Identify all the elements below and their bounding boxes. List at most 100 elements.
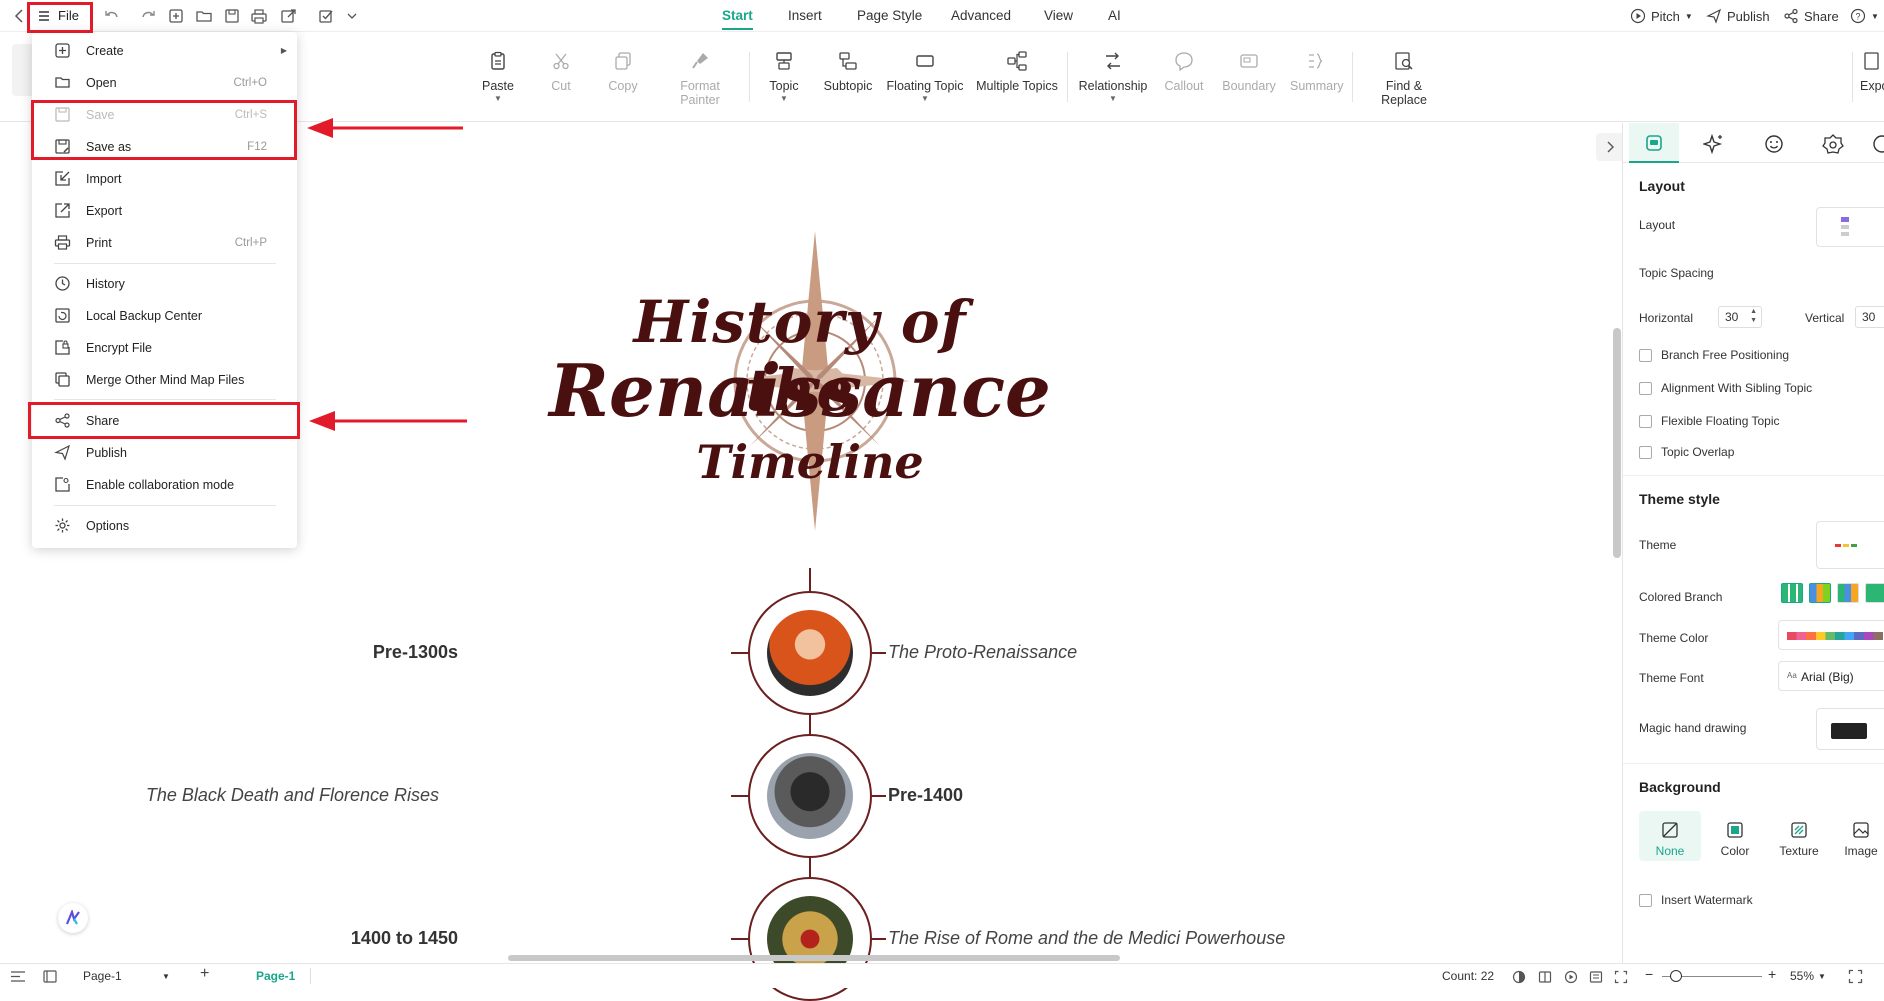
timeline-label[interactable]: The Rise of Rome and the de Medici Power… — [888, 928, 1285, 949]
callout-button[interactable]: Callout — [1164, 50, 1204, 93]
map-title-line3[interactable]: Timeline — [680, 435, 940, 489]
vertical-scrollbar[interactable] — [1613, 328, 1621, 558]
layout-picker[interactable] — [1816, 207, 1884, 247]
page-tab[interactable]: Page-1 — [83, 969, 122, 983]
theme-font-select[interactable]: Aa Arial (Big) — [1778, 661, 1884, 691]
alignment-sibling-checkbox[interactable]: Alignment With Sibling Topic — [1639, 381, 1812, 395]
timeline-label[interactable]: The Proto-Renaissance — [888, 642, 1077, 663]
active-page-tab[interactable]: Page-1 — [256, 969, 295, 983]
bg-none-option[interactable]: None — [1640, 821, 1700, 858]
menu-item-import[interactable]: Import — [32, 164, 297, 194]
pitch-button[interactable]: Pitch ▼ — [1630, 8, 1693, 24]
add-page-icon[interactable]: + — [200, 965, 209, 983]
fullscreen-icon[interactable] — [1848, 969, 1863, 984]
theme-color-picker[interactable] — [1778, 620, 1884, 650]
checkbox-task-icon[interactable] — [316, 6, 336, 26]
insert-watermark-checkbox[interactable]: Insert Watermark — [1639, 893, 1753, 907]
menu-item-export[interactable]: Export — [32, 196, 297, 226]
menu-item-print[interactable]: Print Ctrl+P — [32, 228, 297, 258]
save-icon[interactable] — [222, 6, 242, 26]
export-button[interactable]: Expo — [1860, 50, 1884, 93]
menu-item-open[interactable]: Open Ctrl+O — [32, 68, 297, 98]
topic-overlap-checkbox[interactable]: Topic Overlap — [1639, 445, 1734, 459]
more-panel-icon[interactable] — [1871, 133, 1884, 155]
menu-item-history[interactable]: History — [32, 269, 297, 299]
zoom-in-icon[interactable]: + — [1768, 966, 1776, 982]
menu-item-encrypt[interactable]: Encrypt File — [32, 333, 297, 363]
zoom-slider-handle[interactable] — [1670, 970, 1682, 982]
subtopic-button[interactable]: Subtopic — [822, 50, 874, 93]
multiple-topics-button[interactable]: Multiple Topics — [976, 50, 1058, 93]
zoom-level[interactable]: 55% — [1790, 969, 1814, 983]
bg-image-option[interactable]: Image — [1831, 821, 1884, 858]
outline-view-icon[interactable] — [10, 970, 26, 983]
branch-style-option[interactable] — [1865, 583, 1884, 603]
cut-button[interactable]: Cut — [545, 50, 577, 93]
menu-item-create[interactable]: Create ▶ — [32, 36, 297, 66]
page-dropdown-icon[interactable]: ▼ — [162, 972, 170, 981]
menu-item-merge[interactable]: Merge Other Mind Map Files — [32, 365, 297, 395]
boundary-button[interactable]: Boundary — [1222, 50, 1276, 93]
timeline-date[interactable]: Pre-1300s — [373, 642, 458, 663]
open-folder-icon[interactable] — [194, 6, 214, 26]
theme-picker[interactable] — [1816, 521, 1884, 569]
branch-style-option[interactable] — [1809, 583, 1831, 603]
fit-screen-icon[interactable] — [1614, 970, 1628, 984]
slide-view-icon[interactable] — [42, 970, 58, 983]
play-icon[interactable] — [1564, 970, 1578, 984]
floating-topic-button[interactable]: Floating Topic ▼ — [886, 50, 964, 103]
menu-item-publish[interactable]: Publish — [32, 438, 297, 468]
tab-insert[interactable]: Insert — [788, 8, 822, 23]
share-button[interactable]: Share — [1783, 8, 1839, 24]
timeline-date[interactable]: Pre-1400 — [888, 785, 963, 806]
collapse-panel-button[interactable] — [1596, 133, 1622, 161]
menu-item-collaboration[interactable]: Enable collaboration mode — [32, 470, 297, 500]
timeline-date[interactable]: 1400 to 1450 — [351, 928, 458, 949]
tab-advanced[interactable]: Advanced — [951, 8, 1011, 23]
more-chevron-icon[interactable] — [342, 6, 362, 26]
format-painter-button[interactable]: Format Painter — [660, 50, 740, 107]
tab-ai[interactable]: AI — [1108, 8, 1121, 23]
timeline-label[interactable]: The Black Death and Florence Rises — [146, 785, 439, 806]
copy-button[interactable]: Copy — [606, 50, 640, 93]
timeline-node[interactable] — [748, 734, 872, 858]
menu-item-options[interactable]: Options — [32, 511, 297, 541]
tab-view[interactable]: View — [1044, 8, 1073, 23]
panel-tab-style[interactable] — [1629, 123, 1679, 163]
redo-icon[interactable] — [138, 6, 158, 26]
topic-button[interactable]: Topic ▼ — [764, 50, 804, 103]
tab-start[interactable]: Start — [722, 8, 753, 30]
help-button[interactable]: ? ▼ — [1850, 8, 1879, 24]
new-file-icon[interactable] — [166, 6, 186, 26]
tab-page-style[interactable]: Page Style — [857, 8, 922, 23]
branch-style-option[interactable] — [1837, 583, 1859, 603]
bg-texture-option[interactable]: Texture — [1769, 821, 1829, 858]
horizontal-scrollbar[interactable] — [508, 955, 1120, 961]
map-title-line2[interactable]: Renaissance — [540, 348, 1060, 433]
emoji-icon[interactable] — [1763, 133, 1785, 155]
find-replace-button[interactable]: Find & Replace — [1362, 50, 1446, 107]
bg-color-option[interactable]: Color — [1705, 821, 1765, 858]
zoom-dropdown-icon[interactable]: ▼ — [1818, 972, 1826, 981]
summary-button[interactable]: Summary — [1290, 50, 1343, 93]
branch-free-positioning-checkbox[interactable]: Branch Free Positioning — [1639, 348, 1789, 362]
theme-toggle-icon[interactable] — [1512, 970, 1526, 984]
badge-icon[interactable] — [1822, 133, 1844, 155]
paste-button[interactable]: Paste ▼ — [478, 50, 518, 103]
export-icon[interactable] — [279, 6, 299, 26]
zoom-out-icon[interactable]: − — [1645, 966, 1653, 982]
timeline-node[interactable] — [748, 591, 872, 715]
menu-item-local-backup[interactable]: Local Backup Center — [32, 301, 297, 331]
vertical-spacing-input[interactable]: 30 — [1855, 306, 1884, 328]
magic-hand-toggle[interactable] — [1816, 708, 1884, 750]
horizontal-spacing-input[interactable]: 30 ▲ ▼ — [1718, 306, 1762, 328]
print-icon[interactable] — [249, 6, 269, 26]
ai-assistant-button[interactable] — [58, 903, 88, 933]
relationship-button[interactable]: Relationship ▼ — [1078, 50, 1148, 103]
undo-icon[interactable] — [102, 6, 122, 26]
publish-button[interactable]: Publish — [1706, 8, 1770, 24]
branch-style-option[interactable] — [1781, 583, 1803, 603]
sparkle-icon[interactable] — [1703, 133, 1725, 155]
flexible-floating-checkbox[interactable]: Flexible Floating Topic — [1639, 414, 1780, 428]
presentation-icon[interactable] — [1589, 970, 1603, 984]
